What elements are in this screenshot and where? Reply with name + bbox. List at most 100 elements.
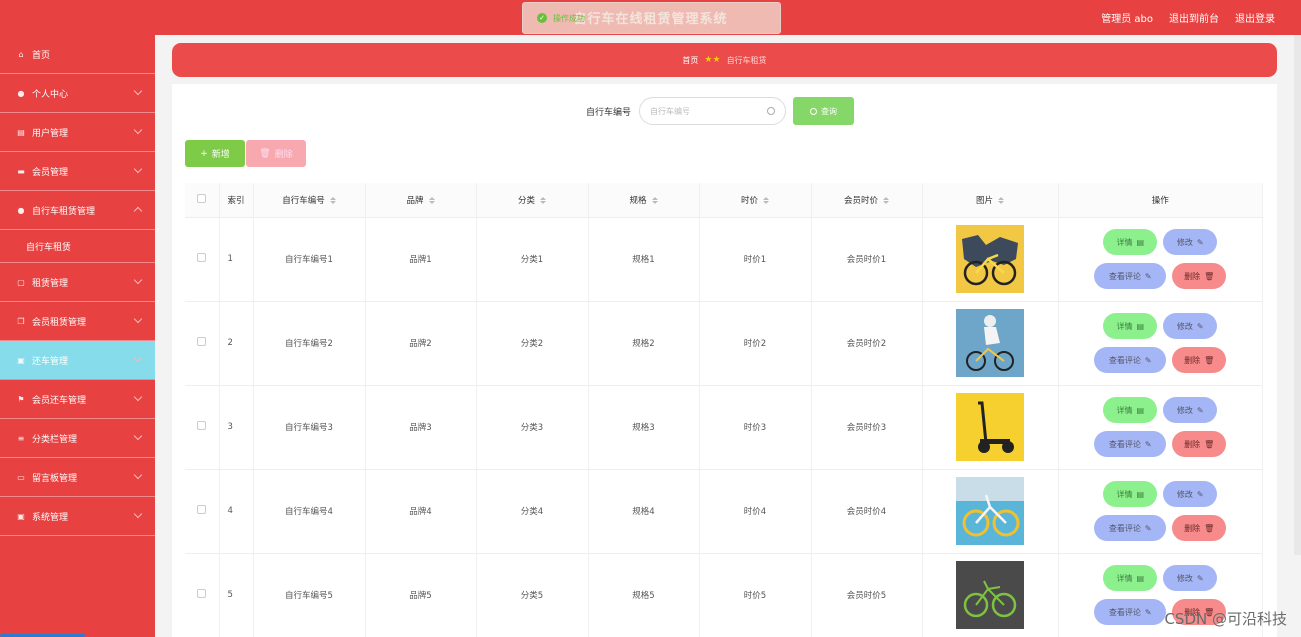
batch-delete-button[interactable]: 🗑 删除 xyxy=(246,140,306,167)
document-icon: ▤ xyxy=(1136,405,1145,415)
sidebar-item-member-rental-mgmt[interactable]: ❐ 会员租赁管理 xyxy=(0,302,155,341)
row-select-cell xyxy=(185,469,220,554)
edit-label: 修改 xyxy=(1176,405,1193,415)
delete-button[interactable]: 删除 🗑 xyxy=(1172,431,1227,457)
edit-button[interactable]: 修改 ✎ xyxy=(1163,229,1218,255)
edit-button[interactable]: 修改 ✎ xyxy=(1163,565,1218,591)
view-comments-button[interactable]: 查看评论 ✎ xyxy=(1094,347,1167,373)
sidebar-item-label: 个人中心 xyxy=(32,89,69,100)
logout-link[interactable]: 退出登录 xyxy=(1235,10,1275,25)
col-label: 图片 xyxy=(975,195,993,206)
content-card: 自行车编号 查询 + 新增 🗑 删除 索引 自行车编号 品牌 分类 规格 时价 xyxy=(172,84,1277,637)
cell-spec: 规格5 xyxy=(588,553,700,637)
edit-button[interactable]: 修改 ✎ xyxy=(1163,313,1218,339)
pencil-icon: ✎ xyxy=(1144,439,1152,449)
col-brand[interactable]: 品牌 xyxy=(365,183,477,218)
cell-category: 分类1 xyxy=(476,217,589,302)
cell-member-price: 会员时价2 xyxy=(811,301,923,386)
row-checkbox[interactable] xyxy=(197,589,207,598)
sidebar-item-system-mgmt[interactable]: ▣ 系统管理 xyxy=(0,497,155,536)
sidebar-item-member-return-mgmt[interactable]: ⚑ 会员还车管理 xyxy=(0,380,155,419)
bike-thumbnail[interactable] xyxy=(956,225,1024,293)
detail-button[interactable]: 详情 ▤ xyxy=(1103,565,1158,591)
sidebar-item-label: 首页 xyxy=(32,50,51,61)
pencil-icon: ✎ xyxy=(1196,405,1204,415)
search-input[interactable] xyxy=(650,106,761,116)
sidebar-item-profile[interactable]: ● 个人中心 xyxy=(0,74,155,113)
view-comments-button[interactable]: 查看评论 ✎ xyxy=(1094,599,1167,625)
edit-button[interactable]: 修改 ✎ xyxy=(1163,397,1218,423)
breadcrumb-home[interactable]: 首页 xyxy=(682,55,698,66)
copy-icon: ❐ xyxy=(17,316,25,326)
page-scrollbar[interactable] xyxy=(1294,35,1301,555)
bike-thumbnail[interactable] xyxy=(956,477,1024,545)
query-button-label: 查询 xyxy=(821,106,838,116)
success-toast: ✓ 操作成功 xyxy=(522,2,781,34)
cell-spec: 规格1 xyxy=(588,217,700,302)
sidebar-item-bike-rental-mgmt[interactable]: ● 自行车租赁管理 xyxy=(0,191,155,230)
sidebar-item-return-mgmt[interactable]: ▣ 还车管理 xyxy=(0,341,155,380)
breadcrumb-current: 自行车租赁 xyxy=(726,55,767,65)
table-body: 1 自行车编号1 品牌1 分类1 规格1 时价1 会员时价1 详情 ▤ 修改 ✎ 查看评论 ✎ 删除 🗑 2 自… xyxy=(185,217,1263,637)
table-row: 4 自行车编号4 品牌4 分类4 规格4 时价4 会员时价4 详情 ▤ 修改 ✎ 查看评论 ✎ 删除 🗑 xyxy=(185,469,1263,554)
row-checkbox[interactable] xyxy=(197,337,207,346)
delete-button[interactable]: 删除 🗑 xyxy=(1172,263,1227,289)
row-select-cell xyxy=(185,217,220,302)
sidebar-subitem-bike-rental[interactable]: 自行车租赁 xyxy=(0,230,155,263)
view-comments-label: 查看评论 xyxy=(1108,271,1141,281)
col-category[interactable]: 分类 xyxy=(476,183,589,218)
view-comments-button[interactable]: 查看评论 ✎ xyxy=(1094,431,1167,457)
delete-button[interactable]: 删除 🗑 xyxy=(1172,347,1227,373)
detail-button[interactable]: 详情 ▤ xyxy=(1103,481,1158,507)
query-button[interactable]: 查询 xyxy=(793,97,855,125)
delete-button[interactable]: 删除 🗑 xyxy=(1172,515,1227,541)
cell-actions: 详情 ▤ 修改 ✎ 查看评论 ✎ 删除 🗑 xyxy=(1058,301,1263,386)
col-label: 品牌 xyxy=(406,195,424,206)
sidebar-item-users[interactable]: ▤ 用户管理 xyxy=(0,113,155,152)
row-select-cell xyxy=(185,385,220,470)
view-comments-label: 查看评论 xyxy=(1108,439,1141,449)
bike-thumbnail[interactable] xyxy=(956,309,1024,377)
row-checkbox[interactable] xyxy=(197,505,207,514)
current-user[interactable]: 管理员 abo xyxy=(1101,10,1153,25)
col-code[interactable]: 自行车编号 xyxy=(253,183,366,218)
col-image[interactable]: 图片 xyxy=(922,183,1059,218)
sidebar-item-message-board-mgmt[interactable]: ▭ 留言板管理 xyxy=(0,458,155,497)
sidebar-item-rental-mgmt[interactable]: ▢ 租赁管理 xyxy=(0,263,155,302)
cell-brand: 品牌5 xyxy=(365,553,477,637)
edit-label: 修改 xyxy=(1176,489,1193,499)
row-checkbox[interactable] xyxy=(197,253,207,262)
chevron-down-icon xyxy=(133,275,143,285)
pencil-icon: ✎ xyxy=(1144,355,1152,365)
document-icon: ▤ xyxy=(1136,321,1145,331)
cell-member-price: 会员时价3 xyxy=(811,385,923,470)
col-spec[interactable]: 规格 xyxy=(588,183,700,218)
add-button[interactable]: + 新增 xyxy=(185,140,245,167)
sidebar: ⌂ 首页 ● 个人中心 ▤ 用户管理 ▬ 会员管理 ● 自行车租赁管理 自行车租… xyxy=(0,35,155,637)
detail-button[interactable]: 详情 ▤ xyxy=(1103,229,1158,255)
sidebar-item-members[interactable]: ▬ 会员管理 xyxy=(0,152,155,191)
bike-thumbnail[interactable] xyxy=(956,561,1024,629)
back-to-front-link[interactable]: 退出到前台 xyxy=(1169,10,1219,25)
row-checkbox[interactable] xyxy=(197,421,207,430)
view-comments-button[interactable]: 查看评论 ✎ xyxy=(1094,263,1167,289)
document-icon: ▢ xyxy=(17,277,25,287)
detail-button[interactable]: 详情 ▤ xyxy=(1103,313,1158,339)
edit-button[interactable]: 修改 ✎ xyxy=(1163,481,1218,507)
col-member-price[interactable]: 会员时价 xyxy=(811,183,923,218)
bike-thumbnail[interactable] xyxy=(956,393,1024,461)
detail-label: 详情 xyxy=(1116,405,1133,415)
view-comments-button[interactable]: 查看评论 ✎ xyxy=(1094,515,1167,541)
list-icon: ≡ xyxy=(17,433,25,443)
select-all-checkbox[interactable] xyxy=(197,193,207,203)
sidebar-item-home[interactable]: ⌂ 首页 xyxy=(0,35,155,74)
cell-image xyxy=(922,385,1059,470)
col-price[interactable]: 时价 xyxy=(699,183,812,218)
sidebar-item-category-mgmt[interactable]: ≡ 分类栏管理 xyxy=(0,419,155,458)
sidebar-item-label: 租赁管理 xyxy=(32,278,69,289)
sidebar-item-label: 还车管理 xyxy=(32,356,69,367)
detail-label: 详情 xyxy=(1116,489,1133,499)
col-label: 会员时价 xyxy=(843,195,878,206)
cell-code: 自行车编号5 xyxy=(253,553,366,637)
detail-button[interactable]: 详情 ▤ xyxy=(1103,397,1158,423)
